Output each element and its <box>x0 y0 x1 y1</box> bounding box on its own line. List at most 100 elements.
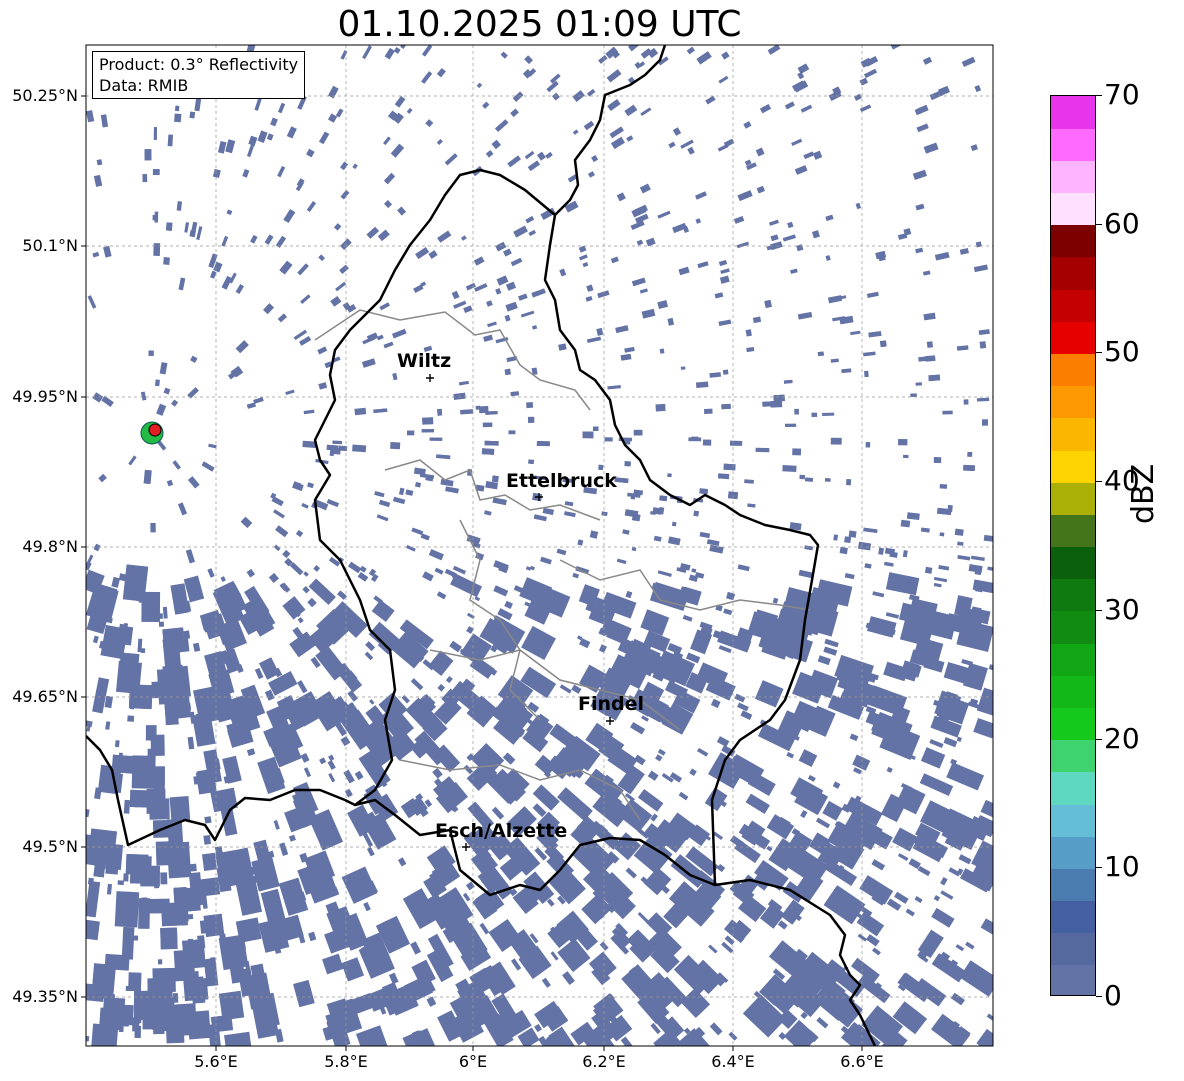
echo-pixel <box>657 210 671 219</box>
echo-pixel <box>791 138 803 146</box>
echo-pixel <box>772 597 779 604</box>
echo-pixel <box>650 813 658 822</box>
echo-pixel <box>525 216 535 224</box>
echo-pixel <box>503 248 512 257</box>
echo-pixel <box>667 536 681 546</box>
product-info-box: Product: 0.3° Reflectivity Data: RMIB <box>92 51 306 99</box>
echo-pixel <box>187 736 195 750</box>
echo-pixel <box>628 45 640 52</box>
echo-pixel <box>101 395 114 407</box>
echo-pixel <box>950 992 965 1006</box>
echo-pixel <box>436 591 447 600</box>
echo-pixel <box>476 82 483 89</box>
echo-pixel <box>445 486 459 494</box>
echo-pixel <box>908 858 921 870</box>
echo-pixel <box>151 870 157 883</box>
echo-pixel <box>152 1001 165 1035</box>
echo-pixel <box>853 767 862 775</box>
echo-pixel <box>86 808 90 818</box>
echo-pixel <box>328 773 336 783</box>
echo-pixel <box>406 108 413 114</box>
echo-pixel <box>558 343 567 351</box>
echo-pixel <box>383 136 391 146</box>
echo-pixel <box>484 510 492 516</box>
echo-pixel <box>920 527 930 533</box>
echo-pixel <box>185 549 195 564</box>
echo-pixel <box>225 139 236 154</box>
echo-pixel <box>923 142 939 154</box>
echo-pixel <box>527 701 540 713</box>
echo-pixel <box>330 295 342 307</box>
echo-pixel <box>642 309 654 319</box>
echo-pixel <box>524 150 535 160</box>
echo-pixel <box>425 474 434 482</box>
echo-pixel <box>308 931 317 942</box>
echo-pixel <box>415 482 421 488</box>
echo-pixel <box>864 370 869 378</box>
echo-pixel <box>980 799 993 819</box>
echo-pixel <box>436 454 451 460</box>
echo-pixel <box>357 572 369 582</box>
echo-pixel <box>963 464 975 472</box>
echo-pixel <box>377 229 390 242</box>
echo-pixel <box>678 791 689 801</box>
echo-pixel <box>624 461 631 467</box>
colorbar-tick-label: 20 <box>1104 721 1140 755</box>
echo-pixel <box>397 206 407 216</box>
colorbar-segment <box>1051 707 1095 741</box>
echo-pixel <box>583 120 595 131</box>
echo-pixel <box>411 527 424 536</box>
echo-pixel <box>736 241 750 249</box>
echo-pixel <box>714 292 724 299</box>
echo-pixel <box>437 683 446 692</box>
echo-pixel <box>797 63 810 74</box>
echo-pixel <box>212 168 221 178</box>
echo-pixel <box>737 702 749 712</box>
echo-pixel <box>963 399 969 405</box>
echo-pixel <box>695 191 707 200</box>
echo-pixel <box>201 461 215 472</box>
echo-pixel <box>734 693 746 703</box>
echo-pixel <box>811 230 820 239</box>
echo-pixel <box>491 806 505 820</box>
echo-pixel <box>96 159 103 166</box>
echo-pixel <box>172 460 182 470</box>
echo-pixel <box>296 178 305 188</box>
echo-pixel <box>625 867 637 879</box>
echo-pixel <box>421 71 433 84</box>
echo-pixel <box>855 202 862 210</box>
colorbar-segment <box>1051 96 1095 129</box>
echo-pixel <box>872 591 885 598</box>
echo-pixel <box>389 972 399 984</box>
colorbar-segment <box>1051 739 1095 773</box>
echo-pixel <box>827 295 843 304</box>
echo-pixel <box>485 481 499 490</box>
echo-pixel <box>933 576 948 583</box>
echo-pixel <box>405 544 416 552</box>
echo-pixel <box>923 312 936 321</box>
echo-pixel <box>254 98 262 111</box>
echo-pixel <box>845 478 852 486</box>
lon-label: 5.6°E <box>194 1052 238 1071</box>
echo-pixel <box>705 95 716 105</box>
echo-pixel <box>301 503 309 509</box>
echo-pixel <box>859 104 872 113</box>
echo-pixel <box>939 532 945 537</box>
echo-pixel <box>340 161 349 171</box>
echo-pixel <box>177 502 188 516</box>
echo-pixel <box>551 92 560 101</box>
echo-pixel <box>335 662 363 693</box>
colorbar-segment <box>1051 868 1095 902</box>
lon-label: 5.8°E <box>324 1052 368 1071</box>
echo-pixel <box>718 645 732 654</box>
echo-pixel <box>463 305 473 313</box>
echo-pixel <box>194 97 202 112</box>
echo-pixel <box>604 437 613 442</box>
echo-pixel <box>531 288 546 298</box>
echo-pixel <box>235 284 245 295</box>
echo-pixel <box>125 985 132 992</box>
echo-pixel <box>182 862 189 874</box>
echo-pixel <box>376 514 389 522</box>
echo-pixel <box>744 479 754 484</box>
echo-pixel <box>484 440 499 446</box>
